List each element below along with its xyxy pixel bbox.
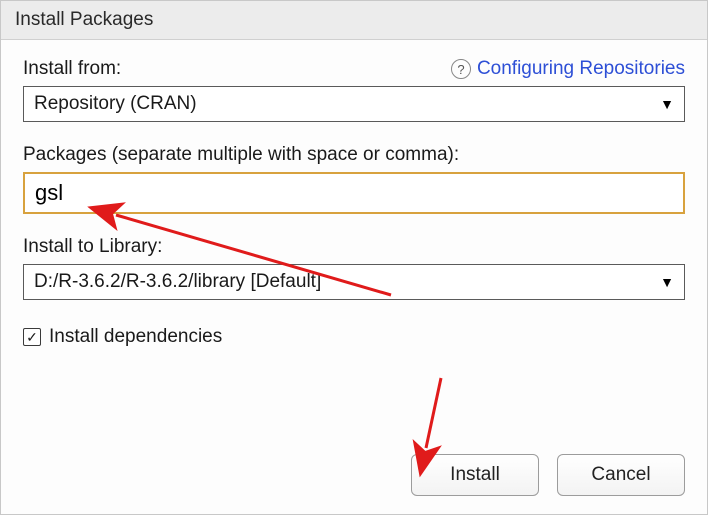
dialog-content: Install from: ? Configuring Repositories… [1,40,707,514]
packages-label: Packages (separate multiple with space o… [23,144,685,166]
install-to-library-value: D:/R-3.6.2/R-3.6.2/library [Default] [34,271,321,293]
chevron-down-icon: ▼ [660,96,674,112]
install-packages-dialog: Install Packages Install from: ? Configu… [0,0,708,515]
help-link-text: Configuring Repositories [477,58,685,80]
chevron-down-icon: ▼ [660,274,674,290]
configuring-repositories-link[interactable]: ? Configuring Repositories [451,58,685,80]
install-from-select[interactable]: Repository (CRAN) ▼ [23,86,685,122]
install-from-label: Install from: [23,58,121,80]
help-icon: ? [451,59,471,79]
dialog-title: Install Packages [1,1,707,40]
install-to-library-select[interactable]: D:/R-3.6.2/R-3.6.2/library [Default] ▼ [23,264,685,300]
annotation-arrow [426,378,441,448]
install-dependencies-label: Install dependencies [49,326,222,348]
install-from-value: Repository (CRAN) [34,93,197,115]
cancel-button[interactable]: Cancel [557,454,685,496]
install-to-library-label: Install to Library: [23,236,685,258]
install-button[interactable]: Install [411,454,539,496]
packages-input[interactable] [23,172,685,214]
install-dependencies-checkbox[interactable]: ✓ [23,328,41,346]
